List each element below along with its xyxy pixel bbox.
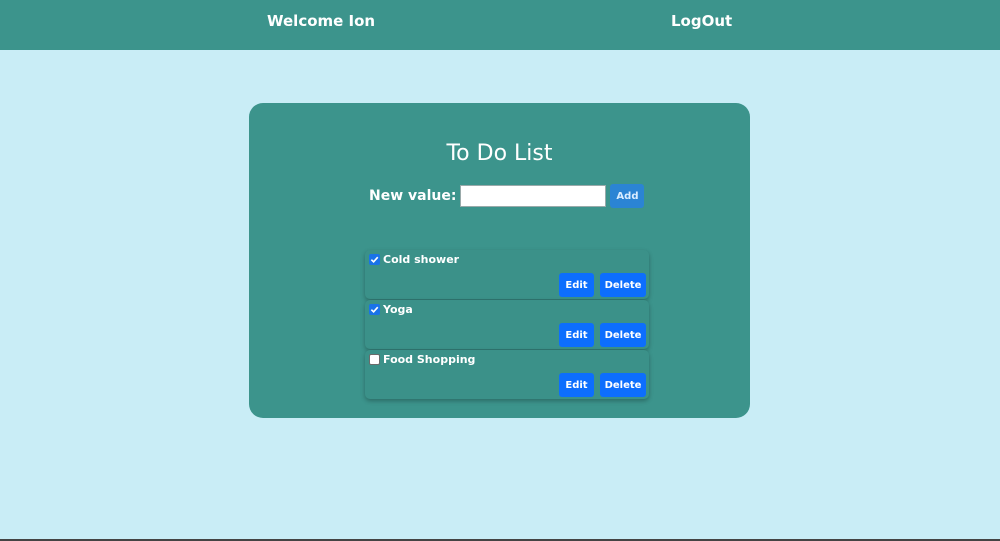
top-nav-bar: Welcome Ion LogOut (0, 0, 1000, 50)
item-checkbox[interactable] (369, 304, 380, 315)
checkmark-icon (370, 256, 379, 264)
logout-link[interactable]: LogOut (671, 12, 732, 30)
add-button[interactable]: Add (610, 184, 645, 208)
list-item: Cold shower Edit Delete (365, 250, 649, 299)
item-checkbox[interactable] (369, 354, 380, 365)
checkmark-icon (370, 306, 379, 314)
new-value-label: New value: (369, 188, 457, 204)
edit-button[interactable]: Edit (559, 373, 594, 397)
delete-button[interactable]: Delete (600, 273, 646, 297)
list-item: Yoga Edit Delete (365, 300, 649, 349)
delete-button[interactable]: Delete (600, 373, 646, 397)
todo-card: To Do List New value: Add Cold shower Ed… (249, 103, 750, 418)
todo-list: Cold shower Edit Delete Yoga Edit Delete… (365, 250, 649, 400)
welcome-text: Welcome Ion (267, 12, 376, 30)
new-item-row: New value: Add (369, 183, 645, 209)
page-title: To Do List (446, 141, 553, 166)
list-item: Food Shopping Edit Delete (365, 350, 649, 399)
edit-button[interactable]: Edit (559, 323, 594, 347)
item-label: Cold shower (383, 253, 460, 266)
delete-button[interactable]: Delete (600, 323, 646, 347)
edit-button[interactable]: Edit (559, 273, 594, 297)
item-label: Yoga (383, 303, 413, 316)
item-checkbox[interactable] (369, 254, 380, 265)
new-value-input[interactable] (460, 185, 607, 207)
item-label: Food Shopping (383, 353, 476, 366)
